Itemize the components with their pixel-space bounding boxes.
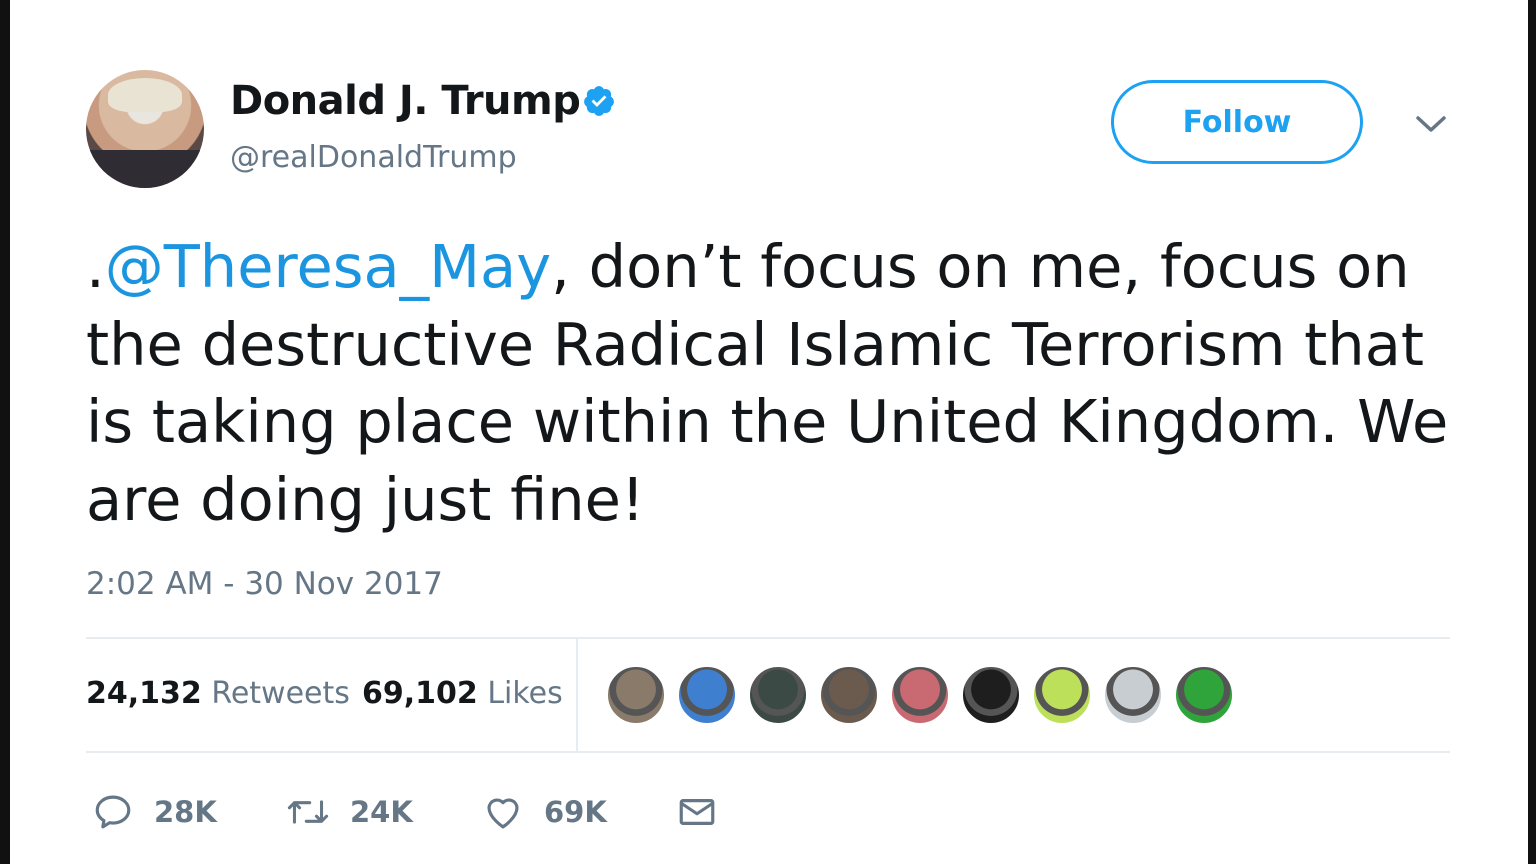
liker-4-avatar[interactable] [819, 665, 879, 725]
like-count: 69K [544, 795, 607, 829]
envelope-icon [679, 799, 715, 825]
tweet-text: .@Theresa_May, don’t focus on me, focus … [86, 228, 1466, 538]
heart-icon [487, 798, 519, 829]
liker-9-avatar[interactable] [1174, 665, 1234, 725]
retweet-icon [287, 800, 329, 824]
liker-8-avatar[interactable] [1103, 665, 1163, 725]
retweets-stat[interactable]: 24,132 Retweets [86, 676, 350, 711]
liker-3-avatar[interactable] [748, 665, 808, 725]
direct-message-action[interactable] [676, 790, 718, 834]
reply-action[interactable]: 28K [92, 790, 217, 834]
tweet-timestamp[interactable]: 2:02 AM - 30 Nov 2017 [86, 566, 443, 602]
profile-avatar[interactable] [86, 70, 204, 188]
likes-label: Likes [487, 676, 563, 711]
frame-edge-right [1528, 0, 1536, 864]
liker-2-avatar[interactable] [677, 665, 737, 725]
likes-count: 69,102 [362, 676, 478, 711]
liker-5-avatar[interactable] [890, 665, 950, 725]
liker-6-avatar[interactable] [961, 665, 1021, 725]
profile-handle[interactable]: @realDonaldTrump [230, 140, 517, 175]
frame-edge-left [0, 0, 10, 864]
stats-divider [576, 639, 578, 751]
chevron-down-icon[interactable] [1414, 110, 1448, 138]
retweets-label: Retweets [211, 676, 350, 711]
divider-bottom [86, 751, 1450, 753]
tweet-prefix: . [86, 232, 105, 301]
reply-icon [95, 795, 131, 829]
likes-stat[interactable]: 69,102 Likes [362, 676, 563, 711]
divider-top [86, 637, 1450, 639]
reply-count: 28K [154, 795, 217, 829]
follow-button[interactable]: Follow [1111, 80, 1363, 164]
mention-link[interactable]: @Theresa_May [105, 232, 551, 301]
like-action[interactable]: 69K [482, 790, 607, 834]
liker-7-avatar[interactable] [1032, 665, 1092, 725]
retweet-count: 24K [350, 795, 413, 829]
verified-badge-icon [584, 86, 614, 116]
profile-name[interactable]: Donald J. Trump [230, 78, 581, 124]
retweet-action[interactable]: 24K [286, 790, 413, 834]
retweets-count: 24,132 [86, 676, 202, 711]
liker-1-avatar[interactable] [606, 665, 666, 725]
